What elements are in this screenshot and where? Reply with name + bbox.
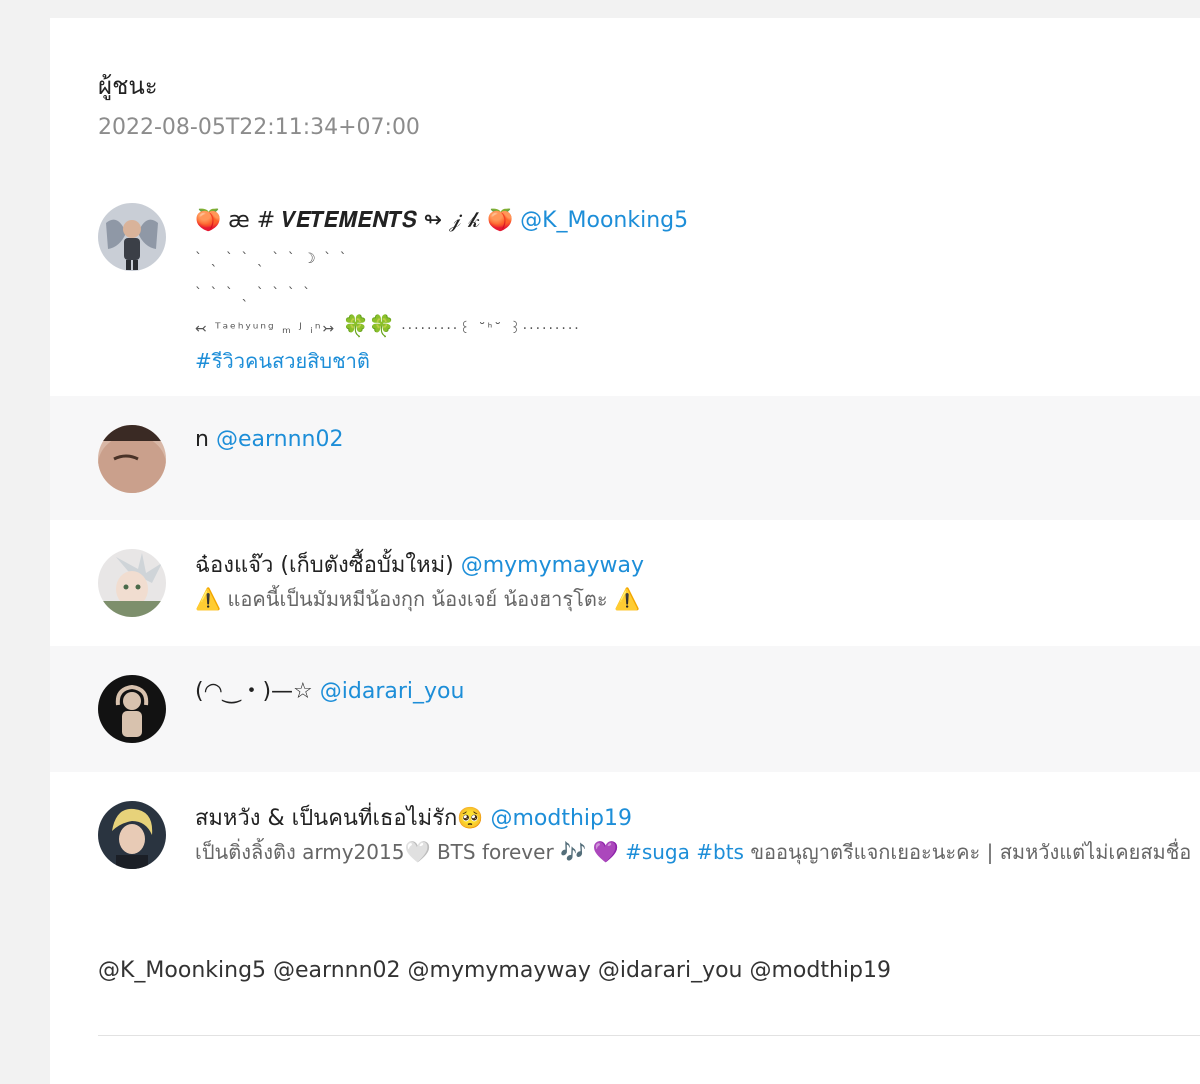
avatar[interactable] xyxy=(98,801,166,869)
avatar[interactable] xyxy=(98,203,166,271)
page-title: ผู้ชนะ xyxy=(98,72,158,100)
hashtag-link[interactable]: #รีวิวคนสวยสิบชาติ xyxy=(195,349,370,373)
post-timestamp: 2022-08-05T22:11:34+07:00 xyxy=(98,115,420,140)
peach-icon: 🍑 xyxy=(486,208,514,232)
avatar[interactable] xyxy=(98,549,166,617)
bio-line: เป็นติ่งลิ้งติง army2015🤍 BTS forever 🎶 … xyxy=(195,840,1192,864)
hashtag-link[interactable]: #suga xyxy=(625,840,690,864)
warning-icon: ⚠️ xyxy=(613,587,641,611)
display-name-line: ฉ๋องแจ๊ว (เก็บตังซื้อบั้มใหม่) @mymymayw… xyxy=(195,549,1192,583)
avatar[interactable] xyxy=(98,425,166,493)
mentions-list: @K_Moonking5 @earnnn02 @mymymayway @idar… xyxy=(98,958,891,983)
user-handle[interactable]: @idarari_you xyxy=(320,679,465,704)
display-name-line: n @earnnn02 xyxy=(195,423,1192,457)
warning-icon: ⚠️ xyxy=(195,587,222,611)
peach-icon: 🍑 xyxy=(195,208,222,232)
bio-line: #รีวิวคนสวยสิบชาติ xyxy=(195,345,1192,377)
music-notes-icon: 🎶 xyxy=(560,840,587,864)
display-name: สมหวัง & เป็นคนที่เธอไม่รัก xyxy=(195,806,458,831)
white-heart-icon: 🤍 xyxy=(404,840,431,864)
user-handle[interactable]: @mymymayway xyxy=(461,553,644,578)
bio-line: ˋ ˎ ˋ ˋ ˎ ˋ ˋ ☽ ˋ ˋ xyxy=(195,251,349,267)
display-name: n xyxy=(195,427,209,452)
bio-line: ˋ ˋ ˋ ˎ ˋ ˋ ˋ ˋ xyxy=(195,286,313,302)
purple-heart-icon: 💜 xyxy=(592,840,619,864)
clover-icon: 🍀🍀 xyxy=(342,314,395,338)
user-row: สมหวัง & เป็นคนที่เธอไม่รัก🥺 @modthip19 … xyxy=(50,772,1200,898)
user-row: ฉ๋องแจ๊ว (เก็บตังซื้อบั้มใหม่) @mymymayw… xyxy=(50,520,1200,646)
display-name: ฉ๋องแจ๊ว (เก็บตังซื้อบั้มใหม่) xyxy=(195,553,454,578)
winner-card: ผู้ชนะ 2022-08-05T22:11:34+07:00 🍑 æ # 𝑽… xyxy=(50,18,1200,1084)
avatar[interactable] xyxy=(98,675,166,743)
hashtag-link[interactable]: #bts xyxy=(696,840,744,864)
bio-line: ↢ ᵀᵃᵉʰʸᵘⁿᵍ ₘ ᴶ ᵢⁿ↣ 🍀🍀 ·········꒰ ˘ᑋ˘ ꒱··… xyxy=(195,314,581,338)
display-name-line: 🍑 æ # 𝑽𝑬𝑻𝑬𝑴𝑬𝑵𝑻𝑺 ↬ 𝒿 𝓀 🍑 @K_Moonking5 xyxy=(195,203,1192,238)
display-name-line: (◠‿・)—☆ @idarari_you xyxy=(195,675,1192,709)
display-name: æ # 𝑽𝑬𝑻𝑬𝑴𝑬𝑵𝑻𝑺 ↬ 𝒿 𝓀 xyxy=(228,208,480,233)
display-name: (◠‿・)—☆ xyxy=(195,679,313,704)
user-handle[interactable]: @K_Moonking5 xyxy=(520,208,688,233)
user-handle[interactable]: @modthip19 xyxy=(490,806,632,831)
divider xyxy=(98,1035,1200,1036)
user-row: 🍑 æ # 𝑽𝑬𝑻𝑬𝑴𝑬𝑵𝑻𝑺 ↬ 𝒿 𝓀 🍑 @K_Moonking5 ˋ ˎ… xyxy=(50,186,1200,396)
bio-line: ⚠️ แอคนี้เป็นมัมหมีน้องกุก น้องเจย์ น้อง… xyxy=(195,587,641,611)
display-name-line: สมหวัง & เป็นคนที่เธอไม่รัก🥺 @modthip19 xyxy=(195,801,1192,836)
user-row: n @earnnn02 xyxy=(50,396,1200,520)
user-row: (◠‿・)—☆ @idarari_you xyxy=(50,646,1200,772)
user-handle[interactable]: @earnnn02 xyxy=(216,427,344,452)
pleading-face-icon: 🥺 xyxy=(457,806,484,830)
